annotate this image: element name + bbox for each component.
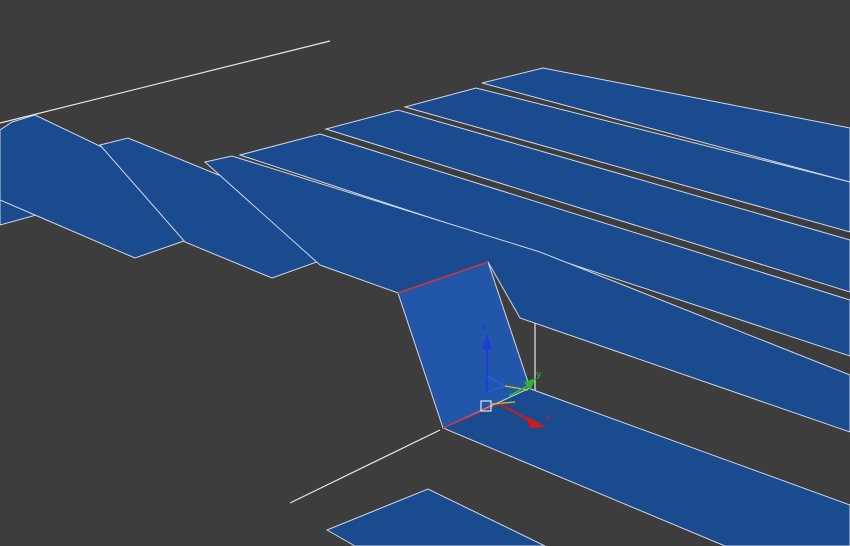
grid-line [0,40,331,124]
gizmo-y-label: y [536,370,542,380]
gizmo-z-label: z [482,323,487,333]
grid-line [289,429,441,504]
3d-viewport[interactable]: z y x [0,0,850,546]
mesh-plank-lower[interactable] [441,387,850,546]
viewport-canvas[interactable]: z y x [0,0,850,546]
mesh-plank[interactable] [325,488,546,546]
gizmo-x-label: x [546,413,552,423]
